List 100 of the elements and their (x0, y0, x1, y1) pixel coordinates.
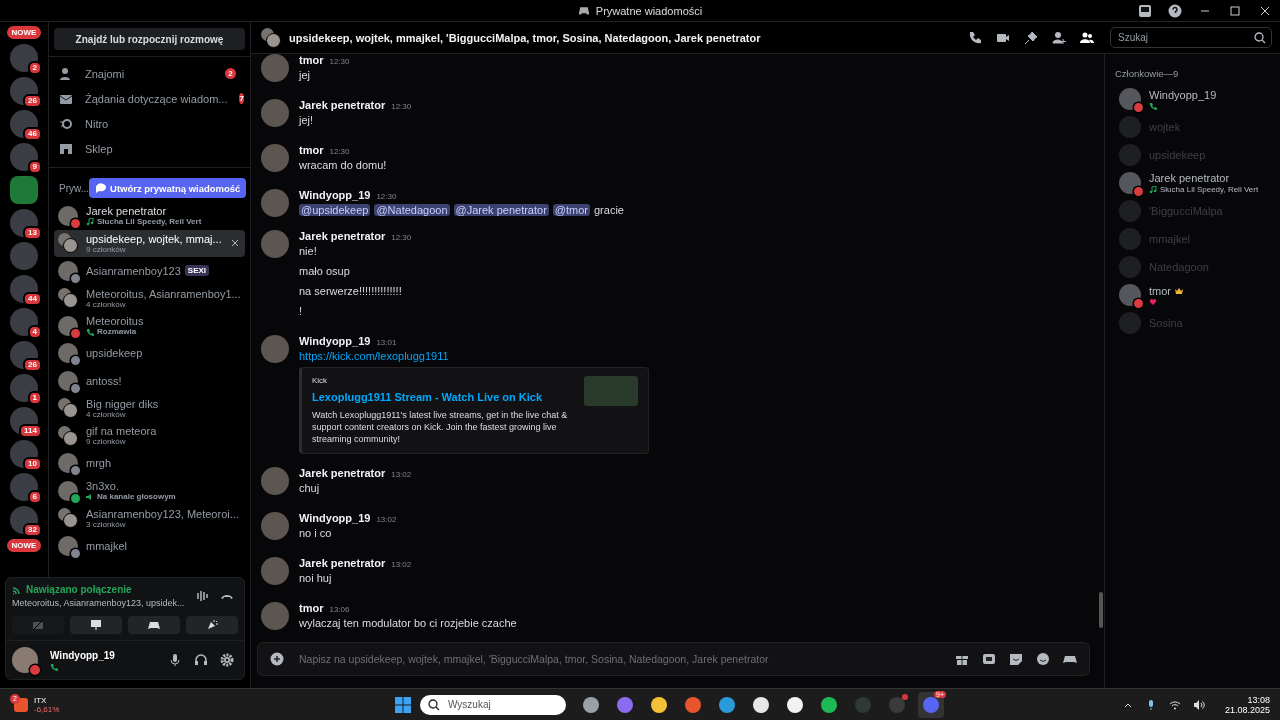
nav-item[interactable]: Żądania dotyczące wiadom... 7 (49, 86, 250, 111)
link[interactable]: https://kick.com/lexoplugg1911 (299, 350, 449, 362)
author-name[interactable]: Jarek penetrator (299, 99, 386, 111)
timestamp: 13:01 (376, 338, 397, 347)
search-field[interactable]: Szukaj (1116, 31, 1254, 44)
dm-item[interactable]: mrgh (54, 449, 245, 477)
search-box[interactable]: Szukaj (1110, 27, 1272, 48)
embed-title-link[interactable]: Lexoplugg1911 Stream - Watch Live on Kick (312, 391, 574, 403)
mention[interactable]: @upsidekeep (299, 204, 371, 216)
author-name[interactable]: tmor (299, 54, 324, 66)
author-name[interactable]: Windyopp_19 (299, 189, 371, 201)
author-name[interactable]: Windyopp_19 (299, 335, 371, 347)
author-name[interactable]: Windyopp_19 (299, 512, 371, 524)
taskbar-search-field[interactable]: Wyszukaj (446, 698, 558, 711)
search-icon (428, 698, 440, 711)
timestamp: 12:30 (376, 192, 397, 201)
unread-count: 9 (27, 160, 42, 174)
message-composer[interactable]: Napisz na upsidekeep, wojtek, mmajkel, 'BiggucciMalpa, tmor, Sosina, Natedagoon, Jarek penetrator (257, 642, 1090, 676)
mention[interactable]: @Jarek penetrator (453, 204, 549, 216)
mention[interactable]: @Natedagoon (374, 204, 450, 216)
dm-item[interactable]: Asianramenboy123 SEXI (54, 257, 245, 285)
author-name[interactable]: Jarek penetrator (299, 230, 386, 242)
maximize-icon[interactable] (1228, 3, 1242, 18)
call-control-button[interactable] (128, 616, 180, 634)
message-text: nie! (299, 245, 317, 258)
settings-icon[interactable] (220, 653, 234, 667)
nav-item[interactable]: Sklep (49, 136, 250, 161)
message-input[interactable]: Napisz na upsidekeep, wojtek, mmajkel, 'BiggucciMalpa, tmor, Sosina, Natedagoon, Jarek penetrator (297, 652, 932, 666)
plus-icon[interactable] (270, 652, 284, 666)
emoji-icon[interactable] (1036, 652, 1050, 666)
server-icon[interactable] (10, 176, 38, 204)
add-user-icon[interactable] (1052, 30, 1066, 45)
screen-share-icon (90, 619, 102, 631)
username: Windyopp_19 (50, 649, 116, 661)
author-name[interactable]: tmor (299, 144, 324, 156)
avatar (261, 54, 289, 82)
dm-item[interactable]: antoss! (54, 367, 245, 395)
members-icon[interactable] (1080, 30, 1094, 45)
app-icon (617, 696, 633, 713)
activity-text: Słucha Lil Speedy, Rell Vert (1160, 185, 1259, 194)
dm-item[interactable]: Asianramenboy123, Meteoroi... 3 członków (54, 504, 245, 532)
nav-item[interactable]: Znajomi 2 (49, 61, 250, 86)
window-title: Prywatne wiadomości (595, 4, 703, 17)
unread-count: 6 (27, 490, 42, 504)
avatar (1119, 312, 1141, 334)
sticker-icon[interactable] (1009, 652, 1023, 666)
dm-item[interactable]: Meteoroitus, Asianramenboy1... 4 członków (54, 284, 245, 312)
unread-count: 114 (19, 424, 42, 438)
embed-description: Watch Lexoplugg1911's latest live streams, get in the live chat & support content creators on Kick. Join the fastest growing live streaming community! (312, 409, 569, 445)
author-name[interactable]: Jarek penetrator (299, 557, 386, 569)
find-conversation-button[interactable]: Znajdź lub rozpocznij rozmowę (54, 28, 245, 50)
microphone-icon[interactable] (168, 653, 182, 667)
dm-item[interactable]: mmajkel (54, 532, 245, 560)
nav-item[interactable]: Nitro (49, 111, 250, 136)
app-icon (855, 696, 871, 713)
member-item[interactable]: tmor (1115, 281, 1272, 309)
dm-item[interactable]: Jarek penetrator Słucha Lil Speedy, Rell Vert (54, 202, 245, 230)
pin-icon[interactable] (1024, 30, 1038, 45)
sound-wave-icon[interactable] (196, 589, 210, 603)
clock-date[interactable]: 21.08.2025 (1224, 704, 1270, 715)
dm-item[interactable]: upsidekeep, wojtek, mmaj... 9 członków (54, 229, 245, 257)
hearts-icon (1149, 297, 1157, 306)
avatar (261, 512, 289, 540)
timestamp: 13:02 (391, 470, 412, 479)
unread-count: 10 (23, 457, 42, 471)
clock-time[interactable]: 13:08 (1247, 694, 1270, 705)
member-item[interactable]: Windyopp_19 (1115, 85, 1272, 113)
taskbar-search-box[interactable]: Wyszukaj (420, 694, 566, 715)
call-control-button[interactable] (70, 616, 122, 634)
phone-icon[interactable] (968, 30, 982, 45)
dm-item[interactable]: Meteoroitus Rozmawia (54, 312, 245, 340)
unread-count: 1 (27, 391, 42, 405)
dm-item[interactable]: Big nigger diks 4 członków (54, 394, 245, 422)
avatar (1119, 256, 1141, 278)
create-dm-button[interactable]: Utwórz prywatną wiadomość (89, 178, 247, 198)
phone-icon (50, 662, 58, 671)
gif-icon[interactable] (982, 652, 996, 666)
close-icon[interactable] (231, 239, 239, 248)
inbox-icon[interactable] (1138, 3, 1152, 18)
message-text: jej (299, 69, 310, 82)
speaker-icon[interactable] (1192, 698, 1205, 711)
message-text: gracie (594, 204, 624, 216)
dm-item[interactable]: gif na meteora 9 członków (54, 422, 245, 450)
start-icon[interactable] (394, 695, 412, 714)
dm-item[interactable]: 3n3xo. Na kanale głosowym (54, 477, 245, 505)
help-icon[interactable] (1168, 3, 1182, 18)
member-item[interactable]: Jarek penetrator Słucha Lil Speedy, Rell Vert (1115, 169, 1272, 197)
count-badge: 2 (225, 68, 236, 79)
author-name[interactable]: Jarek penetrator (299, 467, 386, 479)
wifi-icon[interactable] (1168, 698, 1181, 711)
dm-item[interactable]: upsidekeep (54, 339, 245, 367)
headphones-icon[interactable] (194, 653, 208, 667)
message-text: jej! (299, 114, 314, 127)
app-icon (753, 696, 769, 713)
timestamp: 13:02 (391, 560, 412, 569)
avatar (1119, 228, 1141, 250)
author-name[interactable]: tmor (299, 602, 324, 614)
timestamp: 12:30 (329, 57, 350, 66)
mention[interactable]: @tmor (552, 204, 590, 216)
avatar (261, 602, 289, 630)
